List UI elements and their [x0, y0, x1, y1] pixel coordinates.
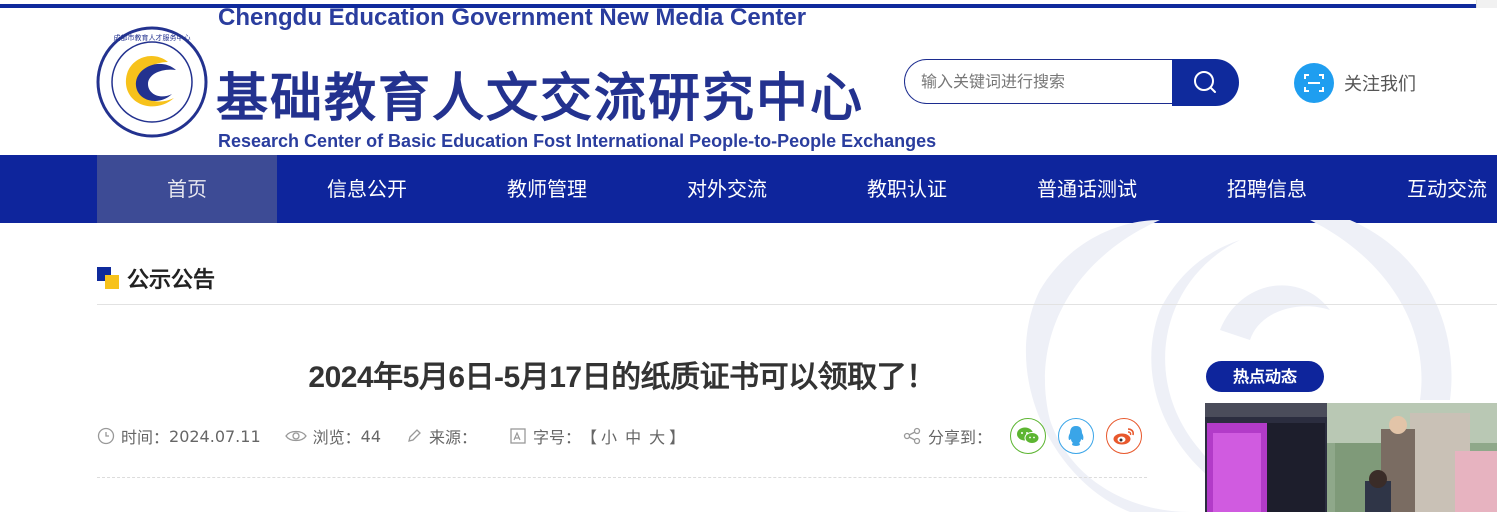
font-size-label: 字号： [533, 428, 582, 447]
header-english-top: Chengdu Education Government New Media C… [218, 8, 807, 31]
font-size-icon [510, 428, 526, 444]
header-english-bottom: Research Center of Basic Education Fost … [218, 131, 937, 151]
meta-views: 浏览： 44 [284, 424, 381, 448]
wechat-icon [1017, 427, 1040, 444]
views-label: 浏览： [312, 428, 361, 447]
hot-news-photo[interactable] [1205, 403, 1497, 512]
nav-item-home[interactable]: 首页 [97, 155, 277, 223]
section-header: 公示公告 [97, 262, 215, 294]
views-value: 44 [360, 426, 381, 446]
meta-font-size: 字号： 【 小 中 大 】 [509, 424, 685, 448]
font-size-medium-button[interactable]: 中 [625, 424, 641, 448]
article-title: 2024年5月6日-5月17日的纸质证书可以领取了！ [308, 361, 936, 394]
nav-item-info-disclosure[interactable]: 信息公开 [277, 155, 457, 223]
font-size-bracket-open: 【 [581, 428, 598, 447]
site-header: 成都市教育人才服务中心 Chengdu Education Government… [0, 8, 1497, 155]
nav-item-mandarin-test[interactable]: 普通话测试 [997, 155, 1177, 223]
pencil-icon [408, 429, 421, 442]
hot-news-title: 热点动态 [1206, 361, 1324, 392]
share-bar: 分享到： [902, 418, 1154, 454]
share-qq-button[interactable] [1058, 418, 1095, 454]
top-border [0, 0, 1497, 17]
eye-icon [284, 430, 307, 442]
meta-source: 来源： [405, 424, 477, 448]
education-center-logo[interactable]: 成都市教育人才服务中心 [96, 26, 208, 138]
nav-item-interaction[interactable]: 互动交流 [1357, 155, 1497, 223]
share-icon [903, 427, 921, 445]
share-weibo-button[interactable] [1106, 418, 1143, 454]
section-title: 公示公告 [127, 268, 216, 293]
nav-item-teaching-certification[interactable]: 教职认证 [817, 155, 997, 223]
weibo-icon [1113, 428, 1135, 445]
qq-icon [1068, 426, 1084, 446]
font-size-large-button[interactable]: 大 [649, 424, 665, 448]
article-meta: 时间： 2024.07.11 浏览： 44 来源： 字号： 【 小 中 大 】 [97, 424, 709, 448]
section-divider [97, 304, 1497, 305]
main-nav: 首页 信息公开 教师管理 对外交流 教职认证 普通话测试 招聘信息 互动交流 [0, 155, 1497, 223]
time-label: 时间： [121, 428, 170, 447]
site-title[interactable]: 基础教育人文交流研究中心 [216, 66, 864, 132]
section-marker-icon [97, 267, 119, 289]
follow-us-label: 关注我们 [1344, 74, 1416, 95]
search-bar [904, 59, 1239, 106]
svg-text:成都市教育人才服务中心: 成都市教育人才服务中心 [114, 33, 191, 42]
search-icon [1194, 71, 1216, 93]
time-value: 2024.07.11 [169, 426, 261, 446]
search-button[interactable] [1172, 59, 1239, 106]
nav-item-teacher-management[interactable]: 教师管理 [457, 155, 637, 223]
follow-us-link[interactable]: 关注我们 [1294, 63, 1416, 103]
search-input[interactable] [904, 59, 1172, 104]
meta-time: 时间： 2024.07.11 [97, 424, 261, 448]
scan-icon [1294, 63, 1334, 103]
nav-item-external-exchange[interactable]: 对外交流 [637, 155, 817, 223]
meta-divider [97, 477, 1147, 478]
share-label: 分享到： [928, 428, 993, 447]
source-label: 来源： [429, 428, 478, 447]
share-wechat-button[interactable] [1010, 418, 1047, 454]
clock-icon [97, 427, 115, 445]
nav-item-recruitment[interactable]: 招聘信息 [1177, 155, 1357, 223]
font-size-small-button[interactable]: 小 [601, 424, 617, 448]
font-size-bracket-close: 】 [669, 428, 686, 447]
